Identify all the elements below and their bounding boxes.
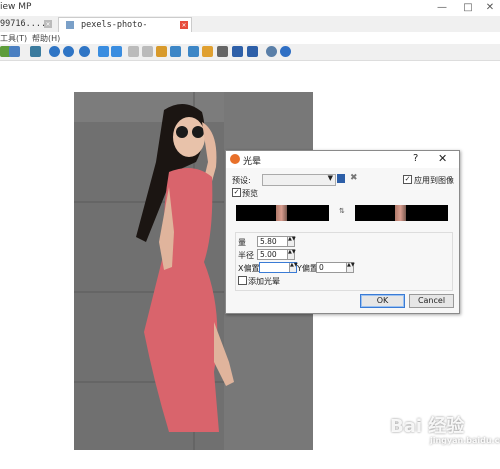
ok-button[interactable]: OK [360, 294, 405, 308]
chart-icon[interactable] [9, 46, 20, 57]
preview-original [236, 205, 329, 221]
radius-value: 5.00 [260, 250, 277, 259]
tab-image-1[interactable]: 99716.... ✕ [0, 17, 56, 31]
y-offset-label: Y偏置 [297, 264, 318, 273]
toolbar [0, 44, 500, 61]
dialog-help-button[interactable]: ? [413, 153, 418, 164]
edit-icon[interactable] [188, 46, 199, 57]
zoom-fit-icon[interactable] [79, 46, 90, 57]
dialog-title-bar: 光晕 ? ✕ [226, 151, 459, 168]
watermark: Bai 经验 jingyan.baidu.com [390, 412, 500, 445]
halo-dialog: 光晕 ? ✕ 预设: ▼ ✖ ✓ 应用到图像 ✓ 预览 ⇅ 量 5.80 ▲▼ 半… [225, 150, 460, 314]
halo-icon [230, 154, 240, 164]
menu-tools[interactable]: 工具(T) [0, 33, 27, 44]
maximize-button[interactable]: □ [458, 1, 478, 15]
preview-result [355, 205, 448, 221]
add-halo-checkbox[interactable] [238, 276, 247, 285]
menu-help[interactable]: 帮助(H) [32, 33, 60, 44]
preset-select[interactable]: ▼ [262, 174, 336, 186]
save-preset-icon[interactable] [337, 174, 345, 183]
prev-icon[interactable] [98, 46, 109, 57]
preview-label: 预览 [242, 189, 258, 198]
chevron-down-icon: ▼ [327, 174, 333, 182]
watermark-text: Bai 经验 [390, 416, 465, 437]
dialog-close-button[interactable]: ✕ [438, 152, 447, 165]
amount-stepper[interactable]: 5.80 ▲▼ [257, 236, 296, 247]
app-title: iew MP [0, 2, 32, 12]
slideshow-icon[interactable] [247, 46, 258, 57]
monitor-icon[interactable] [30, 46, 41, 57]
rotate-right-icon[interactable] [142, 46, 153, 57]
cancel-button[interactable]: Cancel [409, 294, 454, 308]
settings-icon[interactable] [266, 46, 277, 57]
paint-icon[interactable] [202, 46, 213, 57]
y-offset-stepper[interactable]: 0 ▲▼ [316, 262, 355, 273]
crop-icon[interactable] [170, 46, 181, 57]
delete-preset-icon[interactable]: ✖ [350, 173, 358, 183]
save-icon[interactable] [232, 46, 243, 57]
compare-icon[interactable]: ⇅ [339, 207, 345, 215]
print-icon[interactable] [217, 46, 228, 57]
x-offset-label: X偏置 [238, 264, 260, 273]
add-halo-label: 添加光晕 [248, 277, 280, 286]
tab-bar: 99716.... ✕ pexels-photo-902030.... ✕ [0, 16, 500, 44]
amount-value: 5.80 [260, 237, 277, 246]
watermark-sub: jingyan.baidu.com [430, 436, 500, 445]
image-file-icon [66, 21, 74, 29]
x-offset-stepper[interactable]: ▲▼ [259, 262, 298, 273]
apply-label: 应用到图像 [414, 176, 454, 185]
rotate-left-icon[interactable] [128, 46, 139, 57]
tab-image-2[interactable]: pexels-photo-902030.... ✕ [58, 17, 192, 44]
preview-checkbox[interactable]: ✓ [232, 188, 241, 197]
tab-close-icon[interactable]: ✕ [180, 21, 188, 29]
minimize-button[interactable]: — [432, 1, 452, 15]
dialog-title: 光晕 [243, 157, 262, 167]
flip-icon[interactable] [156, 46, 167, 57]
radius-label: 半径 [238, 251, 254, 260]
radius-stepper[interactable]: 5.00 ▲▼ [257, 249, 296, 260]
y-offset-value: 0 [319, 263, 324, 272]
help-icon[interactable] [280, 46, 291, 57]
zoom-in-icon[interactable] [49, 46, 60, 57]
zoom-out-icon[interactable] [63, 46, 74, 57]
title-bar: iew MP — □ ✕ [0, 0, 500, 16]
menu-bar: 工具(T) 帮助(H) [0, 32, 500, 44]
apply-checkbox[interactable]: ✓ [403, 175, 412, 184]
close-window-button[interactable]: ✕ [480, 1, 500, 15]
tab-close-icon[interactable]: ✕ [44, 20, 52, 28]
tab-label: 99716.... [0, 19, 47, 29]
next-icon[interactable] [111, 46, 122, 57]
amount-label: 量 [238, 238, 246, 247]
preset-label: 预设: [232, 176, 251, 185]
